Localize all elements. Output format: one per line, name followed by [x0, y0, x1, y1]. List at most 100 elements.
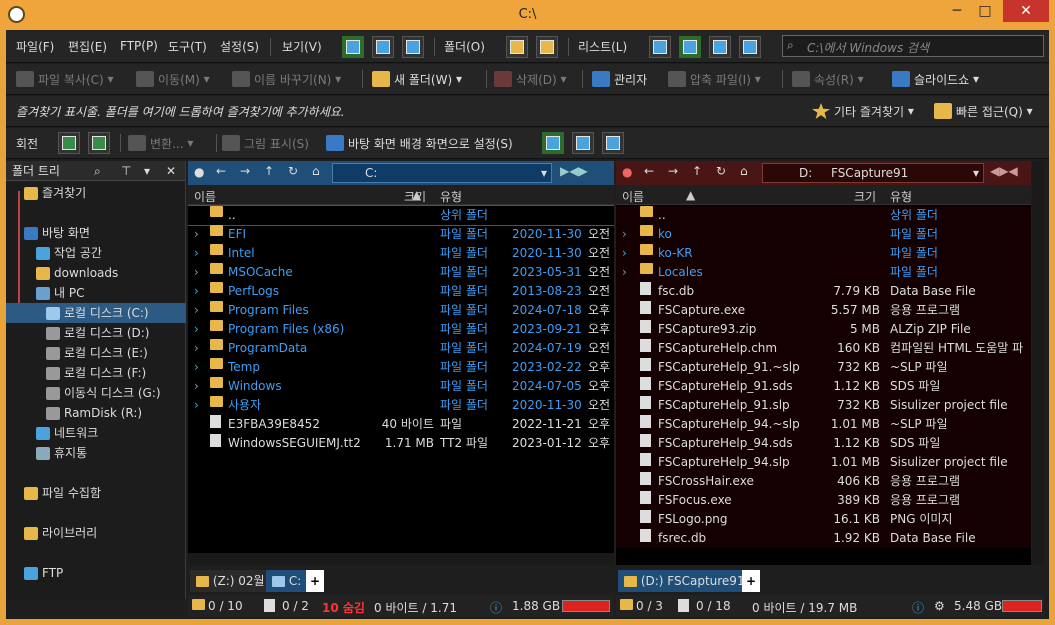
right-path-segment-folder[interactable]: FSCapture91 — [831, 166, 908, 180]
col-type[interactable]: 유형 — [890, 188, 912, 205]
forward-icon[interactable]: → — [240, 164, 250, 178]
menu-tools[interactable]: 도구(T) — [168, 30, 207, 62]
pane-nav-icon[interactable]: ◀▶◀ — [990, 164, 1018, 178]
preview-pane-icon[interactable] — [709, 36, 731, 58]
admin-button[interactable]: 관리자 — [592, 64, 647, 94]
table-row[interactable]: FSCapture.exe 5.57 MB 응용 프로그램 — [616, 301, 1031, 320]
show-image-button[interactable]: 그림 표시(S) — [222, 128, 309, 158]
tree-item-desktop[interactable]: 바탕 화면 — [6, 223, 186, 243]
table-row[interactable]: › Temp 파일 폴더 2023-02-22 오후 — [188, 358, 614, 377]
tree-item-ramdisk[interactable]: RamDisk (R:) — [6, 403, 186, 423]
table-row[interactable]: FSCrossHair.exe 406 KB 응용 프로그램 — [616, 472, 1031, 491]
tree-item-downloads[interactable]: downloads — [6, 263, 186, 283]
search-input[interactable]: ⌕ C:\에서 Windows 검색 — [782, 35, 1044, 57]
tree-item-drive-g[interactable]: 이동식 디스크 (G:) — [6, 383, 186, 403]
table-row[interactable]: FSCaptureHelp_94.slp 1.01 MB Sisulizer pro… — [616, 453, 1031, 472]
expand-chevron-icon[interactable]: › — [194, 301, 199, 320]
table-row[interactable]: › Intel 파일 폴더 2020-11-30 오전 — [188, 244, 614, 263]
folder-view-icon[interactable] — [506, 36, 528, 58]
slideshow-button[interactable]: 슬라이드쇼 ▾ — [892, 64, 979, 94]
table-row[interactable]: fsrec.db 1.92 KB Data Base File — [616, 529, 1031, 548]
expand-chevron-icon[interactable]: › — [194, 396, 199, 415]
table-row[interactable]: fsc.db 7.79 KB Data Base File — [616, 282, 1031, 301]
home-icon[interactable]: ⌂ — [740, 164, 748, 178]
expand-chevron-icon[interactable]: › — [194, 244, 199, 263]
menu-edit[interactable]: 편집(E) — [68, 30, 107, 62]
table-row[interactable]: › Locales 파일 폴더 — [616, 263, 1031, 282]
tree-item-favorites[interactable]: 즐겨찾기 — [6, 183, 186, 203]
menu-list[interactable]: 리스트(L) — [578, 30, 627, 62]
left-path-segment[interactable]: C: — [365, 166, 377, 180]
view-tiles-icon[interactable] — [402, 36, 424, 58]
close-tree-icon[interactable]: ✕ — [166, 161, 176, 181]
tree-item-drive-e[interactable]: 로컬 디스크 (E:) — [6, 343, 186, 363]
table-row[interactable]: › PerfLogs 파일 폴더 2013-08-23 오전 — [188, 282, 614, 301]
expand-chevron-icon[interactable]: › — [194, 358, 199, 377]
home-icon[interactable]: ⌂ — [312, 164, 320, 178]
quick-access-button[interactable]: 빠른 접근(Q) ▾ — [934, 96, 1033, 126]
table-row[interactable]: FSCaptureHelp_91.sds 1.12 KB SDS 파일 — [616, 377, 1031, 396]
expand-chevron-icon[interactable]: › — [622, 244, 627, 263]
col-name[interactable]: 이름 — [622, 188, 644, 205]
table-row[interactable]: .. 상위 폴더 — [188, 205, 614, 226]
maximize-button[interactable]: □ — [969, 0, 1001, 22]
right-vertical-scrollbar[interactable] — [1032, 161, 1044, 565]
back-icon[interactable]: ← — [644, 164, 654, 178]
expand-chevron-icon[interactable]: › — [194, 263, 199, 282]
col-name[interactable]: 이름 — [194, 188, 216, 205]
compress-button[interactable]: 압축 파일(I) ▾ — [668, 64, 761, 94]
tree-item-workspace[interactable]: 작업 공간 — [6, 243, 186, 263]
table-row[interactable]: › ProgramData 파일 폴더 2024-07-19 오전 — [188, 339, 614, 358]
tree-item-drive-d[interactable]: 로컬 디스크 (D:) — [6, 323, 186, 343]
tree-item-ftp[interactable]: FTP — [6, 563, 186, 583]
table-row[interactable]: FSLogo.png 16.1 KB PNG 이미지 — [616, 510, 1031, 529]
settings-icon[interactable]: ⚙ — [934, 599, 945, 613]
col-type[interactable]: 유형 — [440, 188, 462, 205]
copy-button[interactable]: 파일 복사(C) ▾ — [16, 64, 114, 94]
up-icon[interactable]: ↑ — [692, 164, 702, 178]
right-address-input[interactable]: D: FSCapture91 ▾ — [762, 163, 984, 183]
menu-settings[interactable]: 설정(S) — [220, 30, 259, 62]
tree-item-network[interactable]: 네트워크 — [6, 423, 186, 443]
view-details-icon[interactable] — [342, 36, 364, 58]
expand-chevron-icon[interactable]: › — [194, 377, 199, 396]
left-address-input[interactable]: C: ▾ — [332, 163, 552, 183]
up-icon[interactable]: ↑ — [264, 164, 274, 178]
pin-icon[interactable]: ⊤ — [121, 161, 131, 181]
chevron-down-icon[interactable]: ▾ — [144, 161, 150, 181]
col-size[interactable]: 크기 — [404, 188, 426, 205]
image-view1-icon[interactable] — [542, 132, 564, 154]
table-row[interactable]: › MSOCache 파일 폴더 2023-05-31 오전 — [188, 263, 614, 282]
tree-item-my-pc[interactable]: 내 PC — [6, 283, 186, 303]
table-row[interactable]: › Program Files 파일 폴더 2024-07-18 오후 — [188, 301, 614, 320]
dual-pane-icon[interactable] — [679, 36, 701, 58]
tree-item-drive-f[interactable]: 로컬 디스크 (F:) — [6, 363, 186, 383]
other-favorites-button[interactable]: 기타 즐겨찾기 ▾ — [812, 96, 914, 126]
table-row[interactable]: FSCaptureHelp.chm 160 KB 컴파일된 HTML 도움말 파 — [616, 339, 1031, 358]
address-dropdown-icon[interactable]: ▾ — [541, 166, 547, 180]
tree-item-drive-c[interactable]: 로컬 디스크 (C:) — [6, 303, 186, 323]
pane-nav-icon[interactable]: ▶◀▶ — [560, 164, 588, 178]
table-row[interactable]: FSCaptureHelp_91.slp 732 KB Sisulizer proj… — [616, 396, 1031, 415]
table-row[interactable]: › Program Files (x86) 파일 폴더 2023-09-21 오후 — [188, 320, 614, 339]
new-tab-button[interactable]: + — [306, 570, 325, 592]
tree-search-icon[interactable]: ⌕ — [94, 161, 101, 181]
expand-chevron-icon[interactable]: › — [622, 263, 627, 282]
table-row[interactable]: E3FBA39E8452 40 바이트 파일 2022-11-21 오후 — [188, 415, 614, 434]
close-button[interactable]: ✕ — [1003, 0, 1049, 22]
properties-button[interactable]: 속성(R) ▾ — [792, 64, 864, 94]
menu-ftp[interactable]: FTP(P) — [120, 30, 158, 62]
back-icon[interactable]: ← — [216, 164, 226, 178]
refresh-icon[interactable]: ↻ — [716, 164, 726, 178]
new-tab-button[interactable]: + — [742, 570, 761, 592]
tree-item-library[interactable]: 라이브러리 — [6, 523, 186, 543]
table-row[interactable]: › ko 파일 폴더 — [616, 225, 1031, 244]
table-row[interactable]: WindowsSEGUIEMJ.tt2 1.71 MB TT2 파일 2023-01-… — [188, 434, 614, 453]
table-row[interactable]: › ko-KR 파일 폴더 — [616, 244, 1031, 263]
new-folder-button[interactable]: 새 폴더(W) ▾ — [372, 64, 462, 94]
tab-z-drive[interactable]: (Z:) 02월 — [190, 570, 271, 592]
set-wallpaper-button[interactable]: 바탕 화면 배경 화면으로 설정(S) — [326, 128, 513, 158]
layout-icon[interactable] — [739, 36, 761, 58]
delete-button[interactable]: 삭제(D) ▾ — [494, 64, 567, 94]
menu-view[interactable]: 보기(V) — [282, 30, 322, 62]
